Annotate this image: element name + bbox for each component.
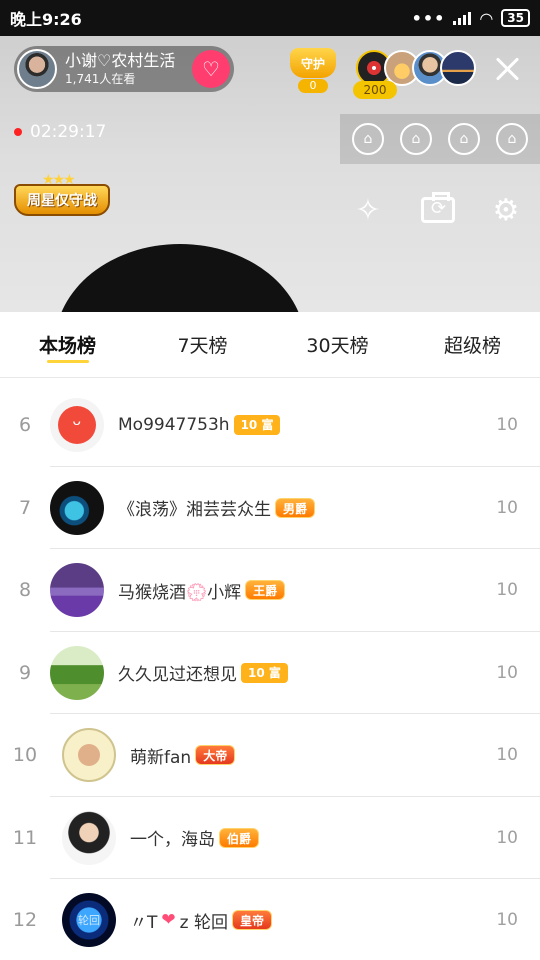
rank-number: 12 <box>12 909 38 932</box>
magic-wand-icon[interactable]: ✧ <box>348 190 388 230</box>
score: 10 <box>496 745 518 766</box>
live-video-area: 小谢♡农村生活 1,741人在看 ♡ 守护 0 200 02:29:17 ⌂ ⌂… <box>0 36 540 312</box>
heart-plus-icon: ♡ <box>202 57 220 81</box>
user-name-suffix: z 轮回 <box>179 912 228 933</box>
host-avatar[interactable] <box>17 49 57 89</box>
viewer-avatar[interactable] <box>440 50 476 86</box>
rank-number: 10 <box>12 744 38 767</box>
score: 10 <box>496 497 518 518</box>
seat-bar: ⌂ ⌂ ⌂ ⌂ <box>340 114 540 164</box>
follow-button[interactable]: ♡ <box>192 50 230 88</box>
sofa-seat-icon[interactable]: ⌂ <box>400 123 432 155</box>
noble-badge: 男爵 <box>275 497 316 518</box>
user-name: 久久见过还想见 <box>118 665 237 686</box>
heart-icon: ❤ <box>161 910 176 931</box>
tab-label: 超级榜 <box>443 335 501 357</box>
sofa-seat-icon[interactable]: ⌂ <box>352 123 384 155</box>
avatar[interactable] <box>50 645 104 700</box>
score: 10 <box>496 580 518 601</box>
host-name: 小谢♡农村生活 <box>65 51 176 70</box>
guard-label: 守护 <box>290 48 336 78</box>
rank-number: 7 <box>18 496 32 519</box>
avatar[interactable]: 轮回 <box>62 893 116 948</box>
avatar[interactable]: ᵕ <box>50 398 104 453</box>
host-viewer-count: 1,741人在看 <box>65 72 136 86</box>
avatar[interactable] <box>62 728 116 783</box>
weekly-star-badge[interactable]: ★★★ 周星仅守战 <box>14 172 110 218</box>
tab-label: 7天榜 <box>177 335 228 357</box>
flip-camera-icon[interactable] <box>418 190 458 230</box>
noble-badge: 皇帝 <box>231 910 272 931</box>
guard-badge[interactable]: 守护 0 <box>290 48 336 93</box>
sofa-seat-icon[interactable]: ⌂ <box>496 123 528 155</box>
user-name: 《浪荡》湘芸芸众生 <box>118 500 271 521</box>
live-duration: 02:29:17 <box>30 122 107 142</box>
host-info-pill[interactable]: 小谢♡农村生活 1,741人在看 ♡ <box>14 46 234 92</box>
noble-badge: 伯爵 <box>219 827 260 848</box>
rich-level-badge: 10 富 <box>233 415 281 436</box>
avatar[interactable] <box>62 810 116 865</box>
user-name: Mo9947753h <box>118 415 230 436</box>
tab-7-days[interactable]: 7天榜 <box>135 312 270 377</box>
user-name: 一个，海岛 <box>130 830 215 851</box>
ranking-row[interactable]: 10 萌新fan 大帝 10 <box>0 714 540 797</box>
avatar[interactable] <box>50 480 104 535</box>
score: 10 <box>496 662 518 683</box>
status-bar: 晚上9:26 ••• ◠ 35 <box>0 0 540 36</box>
tab-current-session[interactable]: 本场榜 <box>0 312 135 377</box>
rich-level-badge: 10 富 <box>241 662 288 683</box>
ranking-row[interactable]: 6 ᵕ Mo9947753h 10 富 10 <box>0 384 540 467</box>
noble-badge: 王爵 <box>245 580 286 601</box>
ranking-row[interactable]: 7 《浪荡》湘芸芸众生 男爵 10 <box>0 467 540 549</box>
status-time: 晚上9:26 <box>10 10 82 29</box>
wifi-icon: ◠ <box>479 8 494 28</box>
viewer-count-badge: 200 <box>353 81 397 99</box>
tab-label: 本场榜 <box>38 335 96 357</box>
tab-30-days[interactable]: 30天榜 <box>270 312 405 377</box>
guard-count: 0 <box>298 79 328 93</box>
user-name: 马猴烧酒💮小辉 <box>118 582 242 603</box>
ranking-row[interactable]: 12 轮回 〃T ❤ z 轮回 皇帝 10 <box>0 879 540 960</box>
recording-timer: 02:29:17 <box>14 122 106 142</box>
avatar[interactable] <box>50 563 104 618</box>
video-feed-person <box>55 244 305 312</box>
score: 10 <box>496 415 518 436</box>
battery-icon: 35 <box>501 9 530 27</box>
tab-label: 30天榜 <box>306 335 369 357</box>
ranking-list: 6 ᵕ Mo9947753h 10 富 10 7 《浪荡》湘芸芸众生 男爵 10… <box>0 384 540 960</box>
rank-number: 11 <box>12 826 38 849</box>
noble-badge: 大帝 <box>195 745 236 766</box>
notification-dots: ••• <box>411 8 446 28</box>
gear-icon[interactable]: ⚙ <box>486 190 526 230</box>
ranking-row[interactable]: 8 马猴烧酒💮小辉 王爵 10 <box>0 549 540 632</box>
score: 10 <box>496 910 518 931</box>
close-button[interactable] <box>490 52 524 86</box>
tab-super[interactable]: 超级榜 <box>405 312 540 377</box>
score: 10 <box>496 827 518 848</box>
ranking-row[interactable]: 9 久久见过还想见 10 富 10 <box>0 632 540 714</box>
rank-number: 6 <box>18 414 32 437</box>
ranking-row[interactable]: 11 一个，海岛 伯爵 10 <box>0 797 540 879</box>
sofa-seat-icon[interactable]: ⌂ <box>448 123 480 155</box>
recording-dot-icon <box>14 128 22 136</box>
ranking-tabs: 本场榜 7天榜 30天榜 超级榜 <box>0 312 540 378</box>
user-name-prefix: 〃T <box>130 912 158 933</box>
signal-icon <box>453 11 472 25</box>
rank-number: 8 <box>18 579 32 602</box>
rank-number: 9 <box>18 661 32 684</box>
weekly-star-label: 周星仅守战 <box>14 184 110 216</box>
user-name: 萌新fan <box>130 747 192 768</box>
